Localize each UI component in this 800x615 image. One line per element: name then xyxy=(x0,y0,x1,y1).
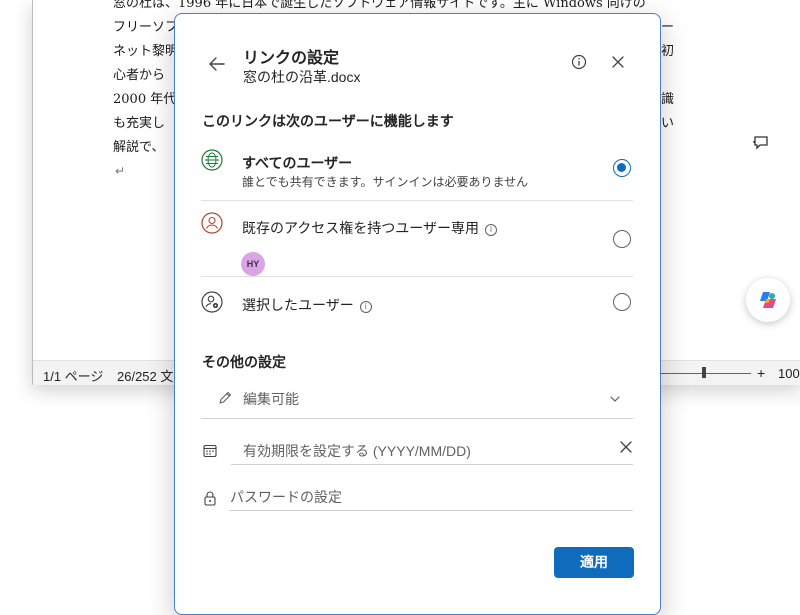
people-settings-icon xyxy=(201,291,223,313)
comment-icon[interactable] xyxy=(753,135,769,155)
password-input[interactable]: パスワードの設定 xyxy=(229,482,633,510)
document-line: フリーソフ xyxy=(113,20,179,35)
document-line: も充実し xyxy=(113,116,166,131)
option-specific-people[interactable]: 選択したユーザー i xyxy=(199,290,635,316)
document-line-tail: い xyxy=(661,116,675,131)
dialog-title: リンクの設定 xyxy=(243,50,340,67)
option-anyone[interactable]: すべてのユーザー 誰とでも共有できます。サインインは必要ありません xyxy=(199,148,635,198)
file-name: 窓の杜の沿革.docx xyxy=(243,69,361,85)
paragraph-mark-icon: ↵ xyxy=(115,164,126,178)
option-existing-access[interactable]: 既存のアクセス権を持つユーザー専用 i HY xyxy=(199,212,635,280)
option-existing-access-text: 既存のアクセス権を持つユーザー専用 xyxy=(242,220,480,236)
other-settings-heading: その他の設定 xyxy=(202,354,286,370)
close-button[interactable] xyxy=(610,54,626,70)
info-icon[interactable]: i xyxy=(359,301,372,313)
password-underline xyxy=(229,510,633,511)
document-line: ネット黎明 xyxy=(113,44,179,59)
document-line-tail: 識 xyxy=(661,92,675,107)
link-settings-dialog: リンクの設定 窓の杜の沿革.docx このリンクは次のユーザーに機能します すべ… xyxy=(174,13,661,615)
zoom-level[interactable]: 100 xyxy=(778,366,800,381)
expiry-date-underline xyxy=(231,464,633,465)
option-specific-people-radio[interactable] xyxy=(613,293,631,311)
copilot-button[interactable] xyxy=(746,278,790,322)
expiry-date-placeholder: 有効期限を設定する (YYYY/MM/DD) xyxy=(243,443,471,459)
option-existing-access-label: 既存のアクセス権を持つユーザー専用 i xyxy=(242,218,498,238)
word-count-status[interactable]: 26/252 文 xyxy=(117,366,173,385)
info-icon xyxy=(571,54,587,70)
chevron-down-icon xyxy=(610,396,620,402)
permission-dropdown[interactable]: 編集可能 xyxy=(215,386,633,414)
option-anyone-radio[interactable] xyxy=(613,159,631,177)
option-anyone-description: 誰とでも共有できます。サインインは必要ありません xyxy=(242,175,529,189)
document-line: 心者から xyxy=(113,68,166,83)
pencil-icon xyxy=(219,391,232,404)
info-icon[interactable]: i xyxy=(485,224,498,236)
applies-to-heading: このリンクは次のユーザーに機能します xyxy=(202,113,454,129)
back-button[interactable] xyxy=(205,52,229,76)
zoom-slider-thumb[interactable] xyxy=(702,367,706,378)
document-line: 2000 年代 xyxy=(113,92,177,107)
option-existing-access-radio[interactable] xyxy=(613,230,631,248)
divider xyxy=(201,418,633,419)
back-arrow-icon xyxy=(209,57,225,71)
page-number-status[interactable]: 1/1 ページ xyxy=(43,366,103,385)
calendar-icon xyxy=(203,444,217,458)
divider xyxy=(201,200,633,201)
document-line-tail: 初 xyxy=(661,44,675,59)
lock-icon xyxy=(204,491,216,506)
close-icon xyxy=(612,56,624,68)
zoom-in-button[interactable]: + xyxy=(757,365,765,381)
document-line: 解説で、 xyxy=(113,140,165,155)
permission-value: 編集可能 xyxy=(243,391,299,407)
divider xyxy=(201,276,633,277)
option-specific-people-label: 選択したユーザー i xyxy=(242,295,372,315)
password-placeholder: パスワードの設定 xyxy=(230,489,342,505)
info-button[interactable] xyxy=(571,54,587,70)
option-anyone-label: すべてのユーザー xyxy=(242,155,353,171)
globe-icon xyxy=(201,149,223,171)
avatar: HY xyxy=(241,252,265,276)
document-line: 窓の杜は、1996 年に日本で誕生したソフトウェア情報サイトです。主に Wind… xyxy=(113,0,646,11)
document-line-tail: ー xyxy=(661,20,675,35)
person-icon xyxy=(201,212,223,234)
clear-date-icon[interactable] xyxy=(619,440,633,454)
option-specific-people-text: 選択したユーザー xyxy=(242,297,354,313)
copilot-icon xyxy=(760,292,776,308)
apply-button[interactable]: 適用 xyxy=(554,547,634,578)
expiry-date-input[interactable]: 有効期限を設定する (YYYY/MM/DD) xyxy=(231,436,635,464)
